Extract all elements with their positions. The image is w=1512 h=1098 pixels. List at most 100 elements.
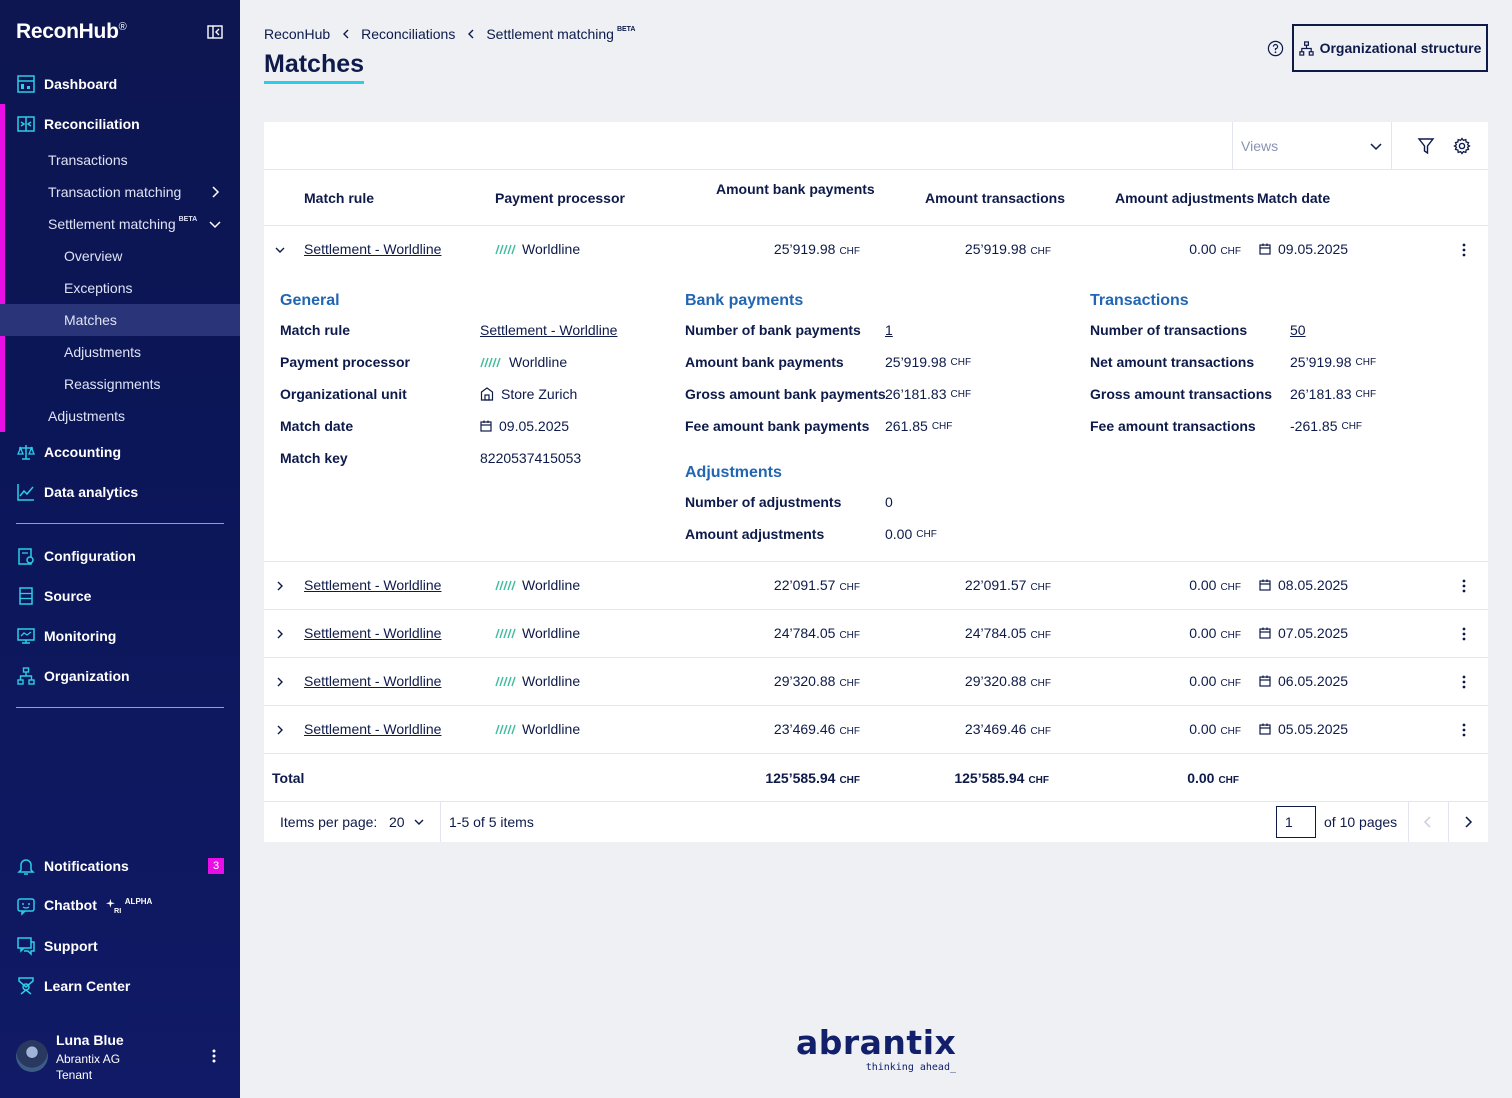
organizational-structure-button[interactable]: Organizational structure xyxy=(1292,24,1488,72)
sidebar-item-matches[interactable]: Matches xyxy=(0,304,240,336)
transactions-count-link[interactable]: 50 xyxy=(1290,322,1306,338)
table-row[interactable]: Settlement - Worldline Worldline 25’919.… xyxy=(264,226,1488,274)
detail-label: Payment processor xyxy=(280,354,410,370)
sidebar-item-transaction-matching[interactable]: Transaction matching xyxy=(0,176,240,208)
sidebar-item-adjustments[interactable]: Adjustments xyxy=(0,400,240,432)
match-rule-link[interactable]: Settlement - Worldline xyxy=(304,577,441,593)
amount-bank-payments-cell: 24’784.05 CHF xyxy=(773,625,860,641)
chevron-right-icon[interactable] xyxy=(274,580,286,592)
items-per-page-label: Items per page: xyxy=(280,814,378,830)
nav-reconciliation[interactable]: Reconciliation xyxy=(0,108,240,140)
sidebar-item-reassignments[interactable]: Reassignments xyxy=(0,368,240,400)
match-rule-link[interactable]: Settlement - Worldline xyxy=(304,721,441,737)
table-row[interactable]: Settlement - Worldline Worldline 22’091.… xyxy=(264,562,1488,610)
match-rule-link[interactable]: Settlement - Worldline xyxy=(304,673,441,689)
column-header-match-date[interactable]: Match date xyxy=(1257,190,1330,206)
nav-notifications-label: Notifications xyxy=(44,858,129,874)
chevron-right-icon[interactable] xyxy=(274,724,286,736)
nav-notifications[interactable]: Notifications xyxy=(0,850,240,882)
match-date-cell: 05.05.2025 xyxy=(1259,721,1348,737)
app-logo[interactable]: ReconHub® xyxy=(16,20,127,44)
sidebar-item-overview[interactable]: Overview xyxy=(0,240,240,272)
user-role: Tenant xyxy=(56,1068,93,1082)
help-icon[interactable] xyxy=(1267,40,1284,57)
user-name: Luna Blue xyxy=(56,1032,124,1048)
nav-support[interactable]: Support xyxy=(0,930,240,962)
sidebar-item-adjustments-nested[interactable]: Adjustments xyxy=(0,336,240,368)
nav-organization[interactable]: Organization xyxy=(0,660,240,692)
nav-accounting-label: Accounting xyxy=(44,444,121,460)
items-per-page-select[interactable]: 20 xyxy=(389,814,425,830)
sidebar-item-exceptions[interactable]: Exceptions xyxy=(0,272,240,304)
column-header-amount-transactions[interactable]: Amount transactions xyxy=(925,190,1065,206)
row-actions-kebab-icon[interactable] xyxy=(1456,242,1472,258)
amount-bank-payments-cell: 22’091.57 CHF xyxy=(773,577,860,593)
amount-bank-payments-cell: 23’469.46 CHF xyxy=(773,721,860,737)
chevron-right-icon[interactable] xyxy=(274,628,286,640)
breadcrumb-item[interactable]: Reconciliations xyxy=(361,26,455,42)
org-tree-icon xyxy=(17,667,35,685)
pagination-divider xyxy=(1448,802,1449,842)
chatbot-icon xyxy=(17,898,35,916)
matches-table-panel: Views Match rule Payment processor Amoun… xyxy=(264,122,1488,842)
nav-source[interactable]: Source xyxy=(0,580,240,612)
column-header-amount-adjustments[interactable]: Amount adjustments xyxy=(1115,190,1254,206)
scale-icon xyxy=(17,445,35,460)
row-actions-kebab-icon[interactable] xyxy=(1456,674,1472,690)
nav-data-analytics[interactable]: Data analytics xyxy=(0,476,240,508)
calendar-icon xyxy=(1259,627,1271,639)
match-rule-link[interactable]: Settlement - Worldline xyxy=(304,625,441,641)
sidebar-item-label: Transaction matching xyxy=(48,184,182,200)
amount-transactions-cell: 22’091.57 CHF xyxy=(964,577,1051,593)
match-date-cell: 06.05.2025 xyxy=(1259,673,1348,689)
nav-configuration[interactable]: Configuration xyxy=(0,540,240,572)
page-title: Matches xyxy=(264,50,365,84)
detail-value: 25’919.98 CHF xyxy=(885,354,972,370)
worldline-logo-icon xyxy=(495,628,516,639)
table-row[interactable]: Settlement - Worldline Worldline 24’784.… xyxy=(264,610,1488,658)
row-actions-kebab-icon[interactable] xyxy=(1456,578,1472,594)
row-actions-kebab-icon[interactable] xyxy=(1456,722,1472,738)
views-select[interactable]: Views xyxy=(1232,122,1392,170)
table-total-row: Total 125’585.94 CHF 125’585.94 CHF 0.00 CH… xyxy=(264,754,1488,802)
sidebar-item-settlement-matching[interactable]: Settlement matching BETA xyxy=(0,208,240,240)
nav-chatbot[interactable]: Chatbot RI ALPHA xyxy=(0,890,240,922)
bank-payments-count-link[interactable]: 1 xyxy=(885,322,893,338)
detail-label: Match rule xyxy=(280,322,351,338)
nav-monitoring[interactable]: Monitoring xyxy=(0,620,240,652)
user-menu-kebab-icon[interactable] xyxy=(206,1048,222,1064)
nav-dashboard[interactable]: Dashboard xyxy=(0,68,240,100)
breadcrumb-item[interactable]: Settlement matching BETA xyxy=(486,26,635,42)
sidebar-item-label: Exceptions xyxy=(64,280,133,296)
chevron-down-icon[interactable] xyxy=(274,244,286,256)
page-number-input[interactable]: 1 xyxy=(1276,806,1316,838)
column-header-amount-bank-payments[interactable]: Amount bank payments xyxy=(716,181,875,197)
table-row[interactable]: Settlement - Worldline Worldline 23’469.… xyxy=(264,706,1488,754)
gear-icon[interactable] xyxy=(1453,137,1471,155)
detail-match-rule-link[interactable]: Settlement - Worldline xyxy=(480,322,617,338)
amount-adjustments-cell: 0.00 CHF xyxy=(1189,673,1241,689)
payment-processor-cell: Worldline xyxy=(495,625,580,641)
detail-value: 26’181.83 CHF xyxy=(1290,386,1377,402)
payment-processor-cell: Worldline xyxy=(495,673,580,689)
nav-accounting[interactable]: Accounting xyxy=(0,436,240,468)
nav-learn-center[interactable]: Learn Center xyxy=(0,970,240,1002)
nav-monitoring-label: Monitoring xyxy=(44,628,117,644)
table-row[interactable]: Settlement - Worldline Worldline 29’320.… xyxy=(264,658,1488,706)
detail-label: Fee amount bank payments xyxy=(685,418,870,434)
filter-icon[interactable] xyxy=(1417,137,1435,155)
amount-bank-payments-cell: 29’320.88 CHF xyxy=(773,673,860,689)
items-range: 1-5 of 5 items xyxy=(449,814,534,830)
breadcrumb-item[interactable]: ReconHub xyxy=(264,26,330,42)
match-rule-link[interactable]: Settlement - Worldline xyxy=(304,241,441,257)
chevron-right-icon[interactable] xyxy=(274,676,286,688)
sidebar-item-label: Adjustments xyxy=(64,344,142,360)
sidebar-item-transactions[interactable]: Transactions xyxy=(0,144,240,176)
row-actions-kebab-icon[interactable] xyxy=(1456,626,1472,642)
brand-tagline: thinking ahead_ xyxy=(865,1062,956,1073)
column-header-match-rule[interactable]: Match rule xyxy=(304,190,374,206)
collapse-sidebar-icon[interactable] xyxy=(207,25,223,39)
column-header-payment-processor[interactable]: Payment processor xyxy=(495,190,625,206)
previous-page-icon[interactable] xyxy=(1421,815,1435,829)
next-page-icon[interactable] xyxy=(1461,815,1475,829)
